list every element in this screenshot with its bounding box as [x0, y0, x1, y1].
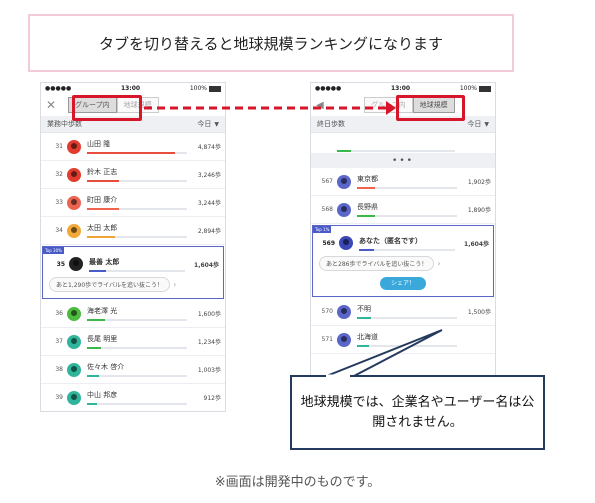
callout-pointer: [323, 329, 443, 378]
callout-text: 地球規模では、企業名やユーザー名は公開されません。: [300, 395, 535, 430]
callout-box: 地球規模では、企業名やユーザー名は公開されません。: [290, 375, 545, 450]
arrow-head-icon: [386, 101, 396, 115]
footer-note: ※画面は開発中のものです。: [214, 475, 381, 490]
